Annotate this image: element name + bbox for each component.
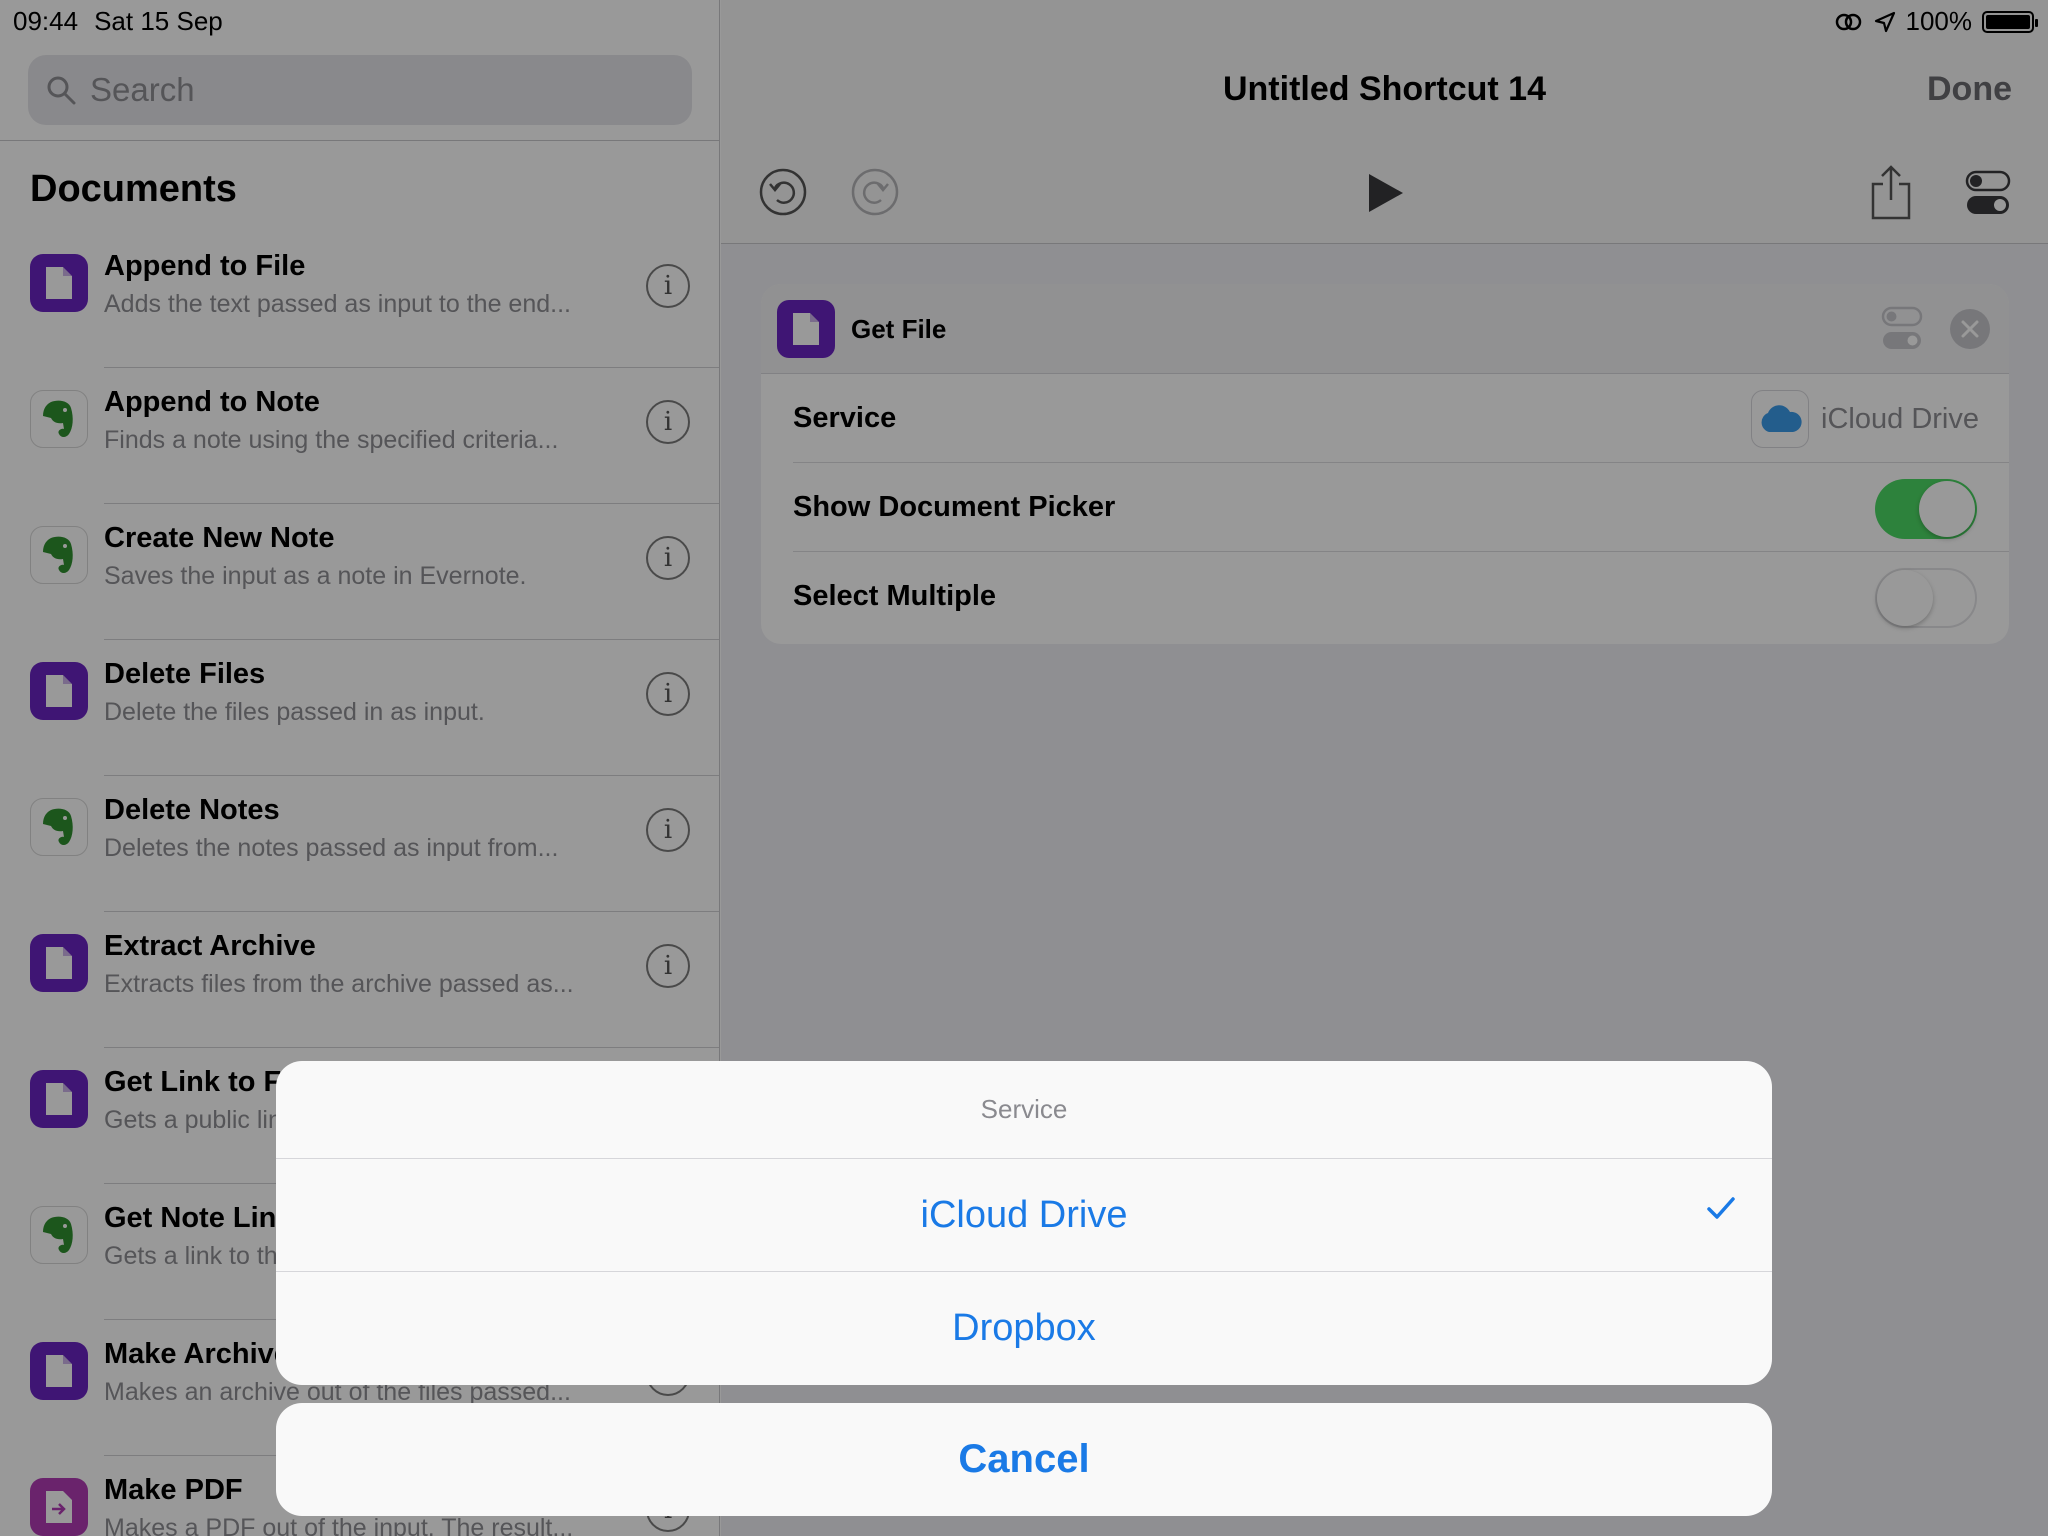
option-label: iCloud Drive bbox=[920, 1193, 1128, 1236]
option-icloud-drive[interactable]: iCloud Drive bbox=[276, 1159, 1772, 1272]
sheet-title: Service bbox=[276, 1061, 1772, 1159]
service-action-sheet: Service iCloud Drive Dropbox bbox=[276, 1061, 1772, 1385]
option-dropbox[interactable]: Dropbox bbox=[276, 1272, 1772, 1385]
cancel-button[interactable]: Cancel bbox=[276, 1403, 1772, 1516]
checkmark-icon bbox=[1707, 1197, 1735, 1219]
option-label: Dropbox bbox=[952, 1307, 1096, 1349]
